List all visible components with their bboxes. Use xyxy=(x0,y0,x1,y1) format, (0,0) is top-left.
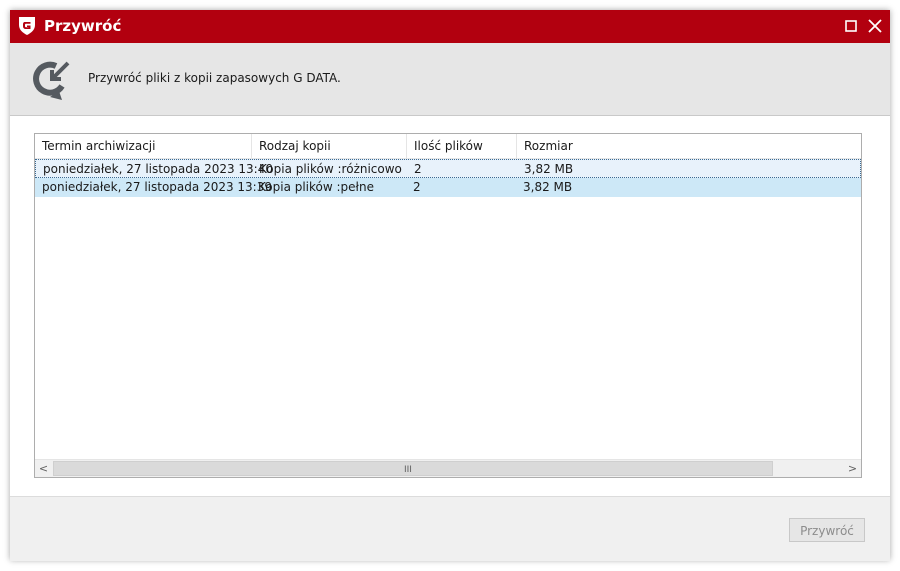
header-description: Przywróć pliki z kopii zapasowych G DATA… xyxy=(88,71,341,85)
cell-file-count: 2 xyxy=(413,180,421,194)
cell-size: 3,82 MB xyxy=(524,162,574,176)
list-header: Termin archiwizacji Rodzaj kopii Ilość p… xyxy=(35,134,861,159)
cell-size: 3,82 MB xyxy=(523,180,573,194)
maximize-icon[interactable] xyxy=(841,16,861,36)
column-header-file-count[interactable]: Ilość plików xyxy=(407,134,517,158)
table-row[interactable]: poniedziałek, 27 listopada 2023 13:40 Ko… xyxy=(35,159,861,178)
title-bar: Przywróć xyxy=(10,10,890,43)
dialog-footer: Przywróć xyxy=(10,496,890,561)
scrollbar-thumb[interactable]: III xyxy=(53,461,773,476)
scroll-right-icon[interactable]: > xyxy=(844,460,861,477)
restore-button[interactable]: Przywróć xyxy=(789,518,865,542)
window-title: Przywróć xyxy=(44,17,122,35)
close-icon[interactable] xyxy=(865,16,885,36)
scroll-left-icon[interactable]: < xyxy=(35,460,52,477)
cell-backup-type: Kopia plików :pełne xyxy=(258,180,374,194)
cell-archive-date: poniedziałek, 27 listopada 2023 13:39 xyxy=(42,180,272,194)
column-header-backup-type[interactable]: Rodzaj kopii xyxy=(252,134,407,158)
restore-dialog: Przywróć Przywróć pliki z kopii zapasowy… xyxy=(10,10,890,561)
cell-file-count: 2 xyxy=(414,162,422,176)
content-area: Termin archiwizacji Rodzaj kopii Ilość p… xyxy=(10,116,890,496)
restore-arrow-icon xyxy=(33,61,70,100)
dialog-header: Przywróć pliki z kopii zapasowych G DATA… xyxy=(10,43,890,116)
gdata-shield-icon xyxy=(19,17,35,35)
horizontal-scrollbar[interactable]: < III > xyxy=(35,459,861,477)
cell-archive-date: poniedziałek, 27 listopada 2023 13:40 xyxy=(43,162,273,176)
column-header-archive-date[interactable]: Termin archiwizacji xyxy=(35,134,252,158)
column-header-size[interactable]: Rozmiar xyxy=(517,134,861,158)
cell-backup-type: Kopia plików :różnicowo xyxy=(259,162,402,176)
table-row[interactable]: poniedziałek, 27 listopada 2023 13:39 Ko… xyxy=(35,178,861,197)
scrollbar-grip: III xyxy=(404,465,412,475)
backup-list[interactable]: Termin archiwizacji Rodzaj kopii Ilość p… xyxy=(34,133,862,478)
